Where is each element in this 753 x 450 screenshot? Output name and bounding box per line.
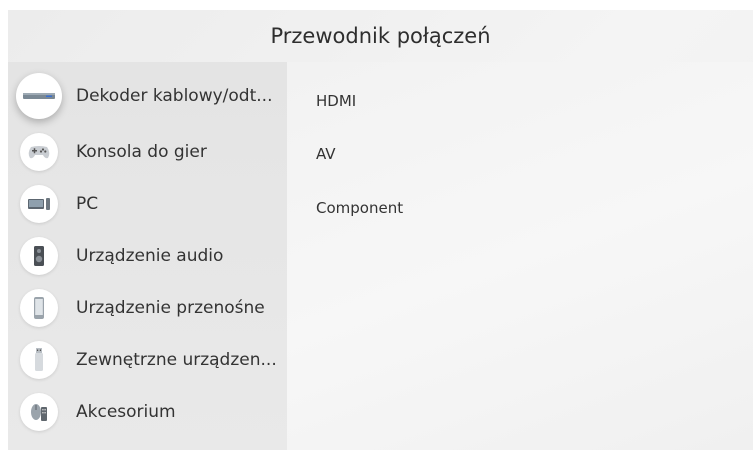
device-label: Zewnętrzne urządzen...: [76, 350, 277, 370]
device-label: Urządzenie przenośne: [76, 298, 265, 318]
device-item-pc[interactable]: PC: [8, 178, 287, 230]
device-item-audio[interactable]: Urządzenie audio: [8, 230, 287, 282]
device-label: Konsola do gier: [76, 142, 207, 162]
device-label: Akcesorium: [76, 402, 176, 422]
device-list: Dekoder kablowy/odt... Konsola do gier P…: [8, 62, 287, 450]
speaker-icon: [20, 237, 58, 275]
device-label: PC: [76, 194, 99, 214]
mouse-keyboard-icon: [20, 393, 58, 431]
device-label: Dekoder kablowy/odt...: [76, 86, 273, 106]
device-item-game-console[interactable]: Konsola do gier: [8, 126, 287, 178]
pc-icon: [20, 185, 58, 223]
device-item-set-top-box[interactable]: Dekoder kablowy/odt...: [8, 70, 287, 122]
connection-item-component[interactable]: Component: [316, 199, 403, 217]
usb-drive-icon: [20, 341, 58, 379]
gamepad-icon: [20, 133, 58, 171]
page-title: Przewodnik połączeń: [270, 24, 491, 48]
connection-item-hdmi[interactable]: HDMI: [316, 92, 356, 110]
device-item-mobile[interactable]: Urządzenie przenośne: [8, 282, 287, 334]
connection-item-av[interactable]: AV: [316, 145, 336, 163]
set-top-box-icon: [16, 73, 62, 119]
phone-icon: [20, 289, 58, 327]
connection-type-list: HDMI AV Component: [287, 62, 753, 450]
device-item-external[interactable]: Zewnętrzne urządzen...: [8, 334, 287, 386]
device-label: Urządzenie audio: [76, 246, 224, 266]
device-item-accessory[interactable]: Akcesorium: [8, 386, 287, 438]
connection-guide-panel: Przewodnik połączeń Dekoder kablowy/odt.…: [8, 10, 753, 450]
